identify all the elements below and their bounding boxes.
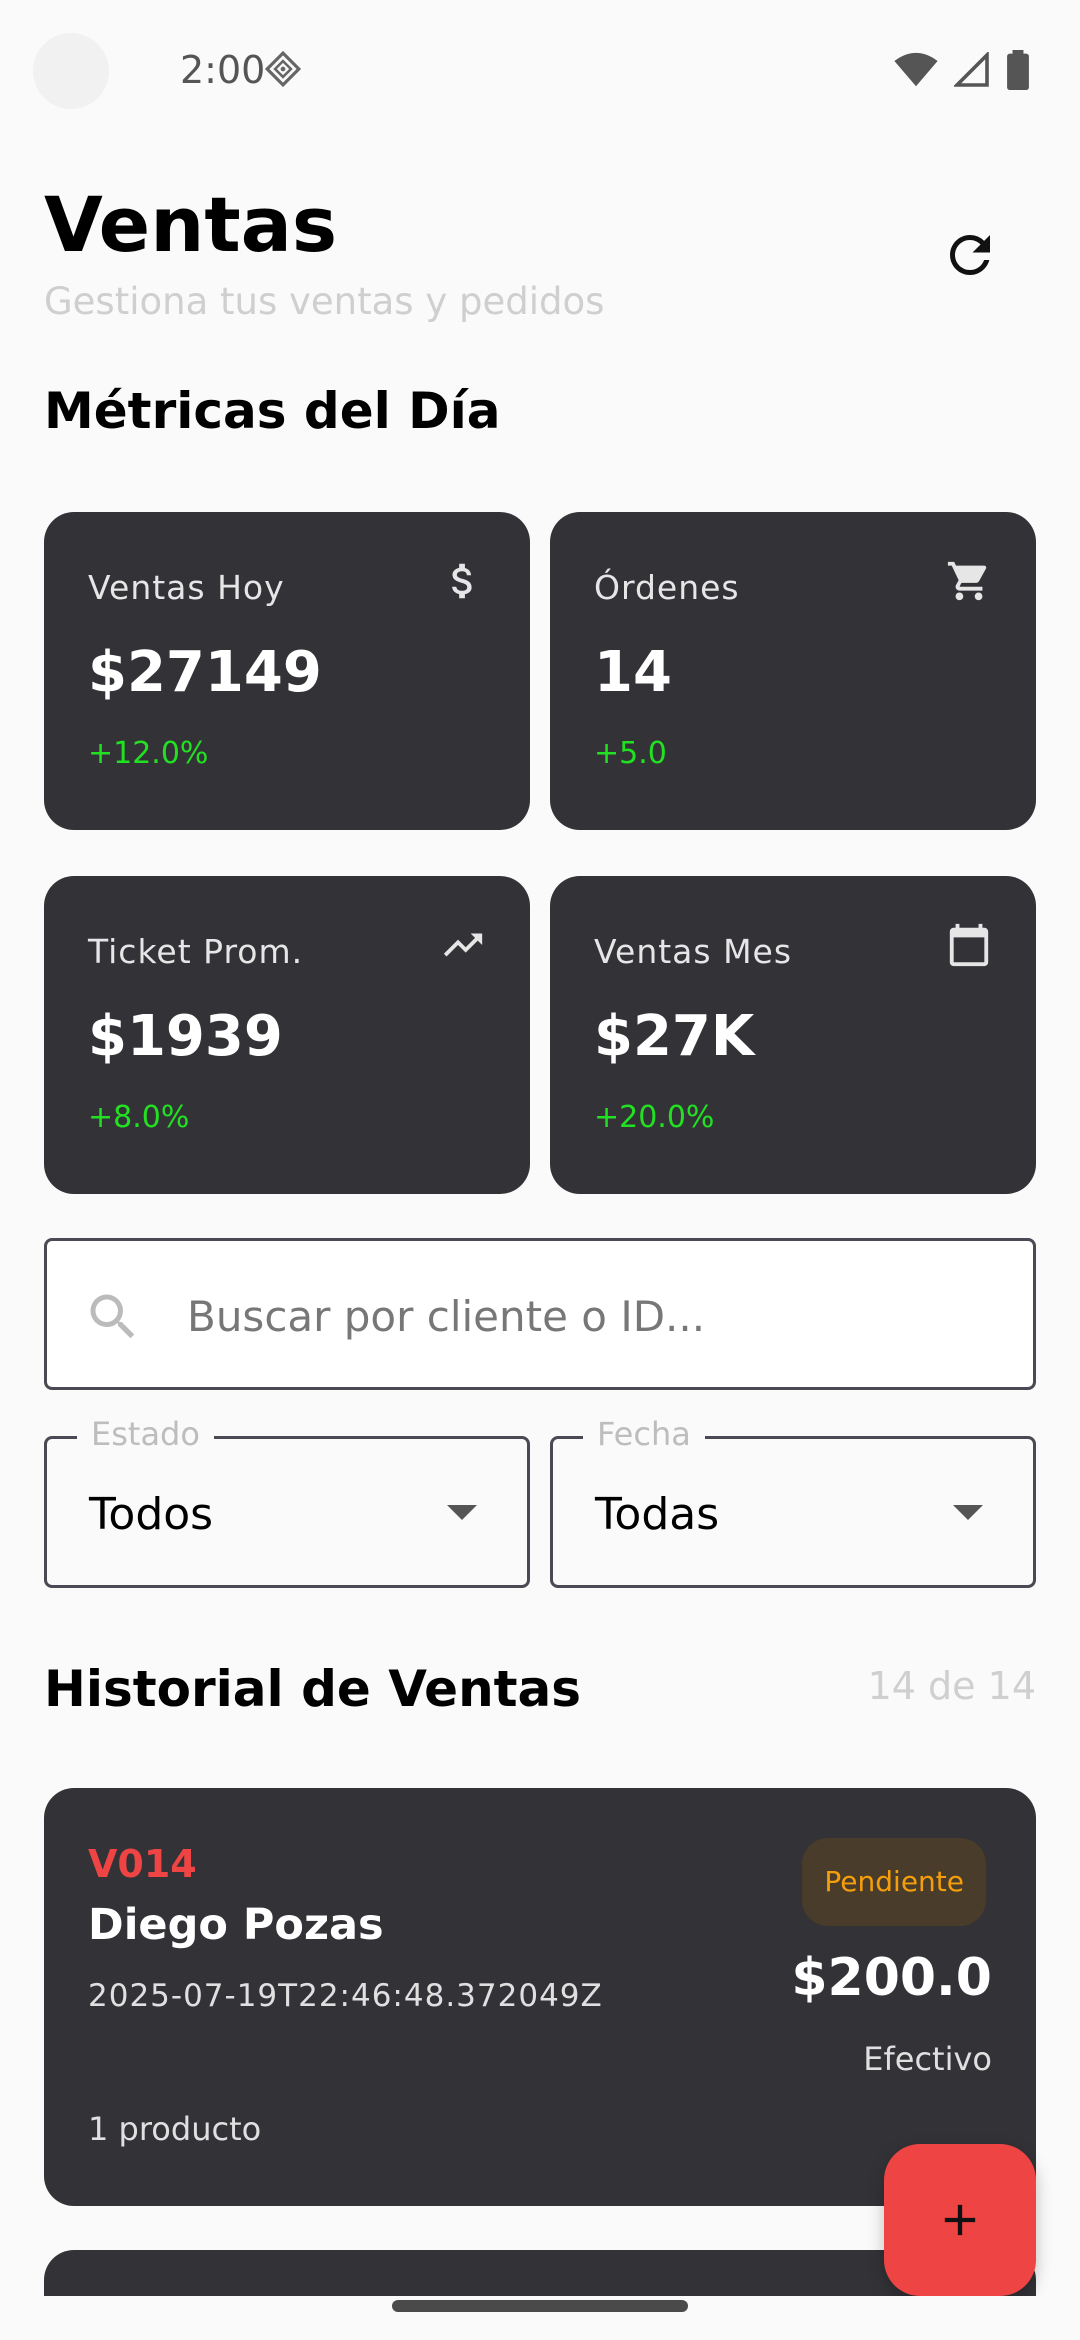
page-subtitle: Gestiona tus ventas y pedidos [44, 280, 605, 323]
sale-date: 2025-07-19T22:46:48.372049Z [88, 1978, 603, 2014]
metric-label: Órdenes [594, 568, 740, 607]
metric-change: +20.0% [594, 1100, 715, 1135]
trending-up-icon [443, 933, 483, 957]
cart-icon [947, 561, 987, 601]
sale-product-count: 1 producto [88, 2110, 262, 2148]
metric-card-ordenes[interactable]: Órdenes 14 +5.0 [550, 512, 1036, 830]
date-filter-dropdown[interactable]: Fecha Todas [550, 1415, 1036, 1588]
sale-id: V014 [88, 1842, 197, 1886]
nfc-icon [264, 50, 302, 88]
battery-icon [1007, 50, 1029, 90]
status-filter-label: Estado [77, 1415, 214, 1453]
status-badge: Pendiente [802, 1838, 986, 1926]
history-section-title: Historial de Ventas [44, 1660, 582, 1718]
metric-change: +5.0 [594, 736, 667, 771]
chevron-down-icon [953, 1505, 983, 1520]
metrics-section-title: Métricas del Día [44, 382, 501, 440]
metric-card-ventas-mes[interactable]: Ventas Mes $27K +20.0% [550, 876, 1036, 1194]
status-filter-dropdown[interactable]: Estado Todos [44, 1415, 530, 1588]
sale-client-name: Diego Pozas [88, 1900, 384, 1950]
system-icons [894, 50, 1030, 90]
search-box[interactable] [44, 1238, 1036, 1390]
plus-icon [944, 2204, 976, 2236]
sale-payment-method: Efectivo [863, 2040, 992, 2078]
metric-label: Ticket Prom. [88, 932, 304, 971]
metric-label: Ventas Hoy [88, 568, 285, 607]
page-title: Ventas [44, 180, 338, 269]
sale-card[interactable]: V014 Diego Pozas 2025-07-19T22:46:48.372… [44, 1788, 1036, 2206]
add-sale-button[interactable] [884, 2144, 1036, 2296]
search-input[interactable] [187, 1271, 987, 1361]
metric-value: $27K [594, 1004, 755, 1069]
metric-change: +12.0% [88, 736, 209, 771]
gesture-handle[interactable] [392, 2300, 688, 2312]
camera-cutout [33, 33, 109, 109]
metric-card-ticket-promedio[interactable]: Ticket Prom. $1939 +8.0% [44, 876, 530, 1194]
metric-value: $27149 [88, 640, 322, 705]
date-filter-value: Todas [595, 1489, 720, 1540]
metric-label: Ventas Mes [594, 932, 793, 971]
history-count: 14 de 14 [867, 1664, 1036, 1708]
metric-value: 14 [594, 640, 672, 705]
refresh-icon[interactable] [940, 225, 1000, 285]
calendar-icon [949, 923, 989, 967]
wifi-icon [894, 52, 938, 87]
signal-icon [954, 52, 989, 87]
metric-change: +8.0% [88, 1100, 190, 1135]
search-icon [90, 1294, 135, 1339]
sale-amount: $200.0 [791, 1948, 992, 2008]
status-time: 2:00 [180, 48, 266, 92]
dollar-icon [452, 563, 472, 599]
chevron-down-icon [447, 1505, 477, 1520]
date-filter-label: Fecha [583, 1415, 705, 1453]
status-bar: 2:00 [0, 0, 1080, 140]
status-filter-value: Todos [89, 1489, 214, 1540]
metric-value: $1939 [88, 1004, 283, 1069]
metric-card-ventas-hoy[interactable]: Ventas Hoy $27149 +12.0% [44, 512, 530, 830]
